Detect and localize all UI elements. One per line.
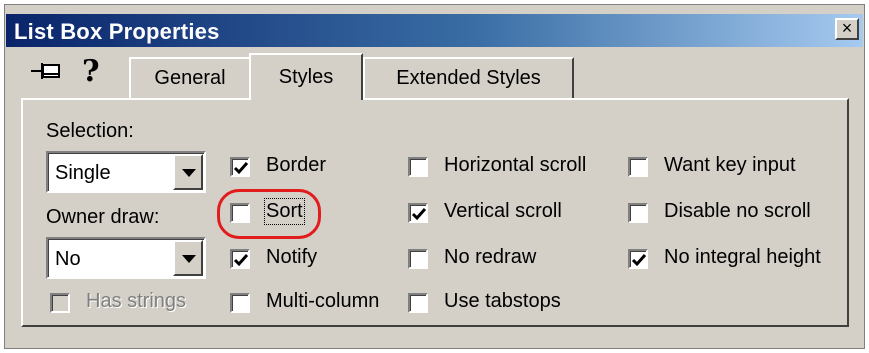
border-checkbox[interactable] xyxy=(230,157,250,177)
no-redraw-checkbox[interactable] xyxy=(408,249,428,269)
want-key-input-label[interactable]: Want key input xyxy=(664,154,796,177)
horizontal-scroll-checkbox[interactable] xyxy=(408,157,428,177)
window-title: List Box Properties xyxy=(14,19,220,44)
horizontal-scroll-label[interactable]: Horizontal scroll xyxy=(444,154,586,177)
chevron-down-icon xyxy=(182,255,196,263)
tab-styles[interactable]: Styles xyxy=(249,53,363,100)
close-icon: × xyxy=(841,18,853,38)
has-strings-label: Has strings xyxy=(86,290,187,312)
multi-column-checkbox[interactable] xyxy=(230,293,250,313)
vertical-scroll-checkbox[interactable] xyxy=(408,203,428,223)
checkmark-icon xyxy=(411,208,427,221)
tab-general[interactable]: General xyxy=(129,57,251,98)
pin-icon[interactable] xyxy=(30,60,64,89)
checkmark-icon xyxy=(233,162,249,175)
disable-no-scroll-label[interactable]: Disable no scroll xyxy=(664,200,811,223)
selection-combo[interactable]: Single xyxy=(46,151,206,193)
vertical-scroll-label[interactable]: Vertical scroll xyxy=(444,200,562,223)
selection-dropdown-button[interactable] xyxy=(173,154,203,190)
no-integral-height-label[interactable]: No integral height xyxy=(664,246,821,269)
checkmark-icon xyxy=(631,254,647,267)
help-glyph: ? xyxy=(82,54,100,89)
has-strings-checkbox xyxy=(50,293,70,313)
chevron-down-icon xyxy=(182,169,196,177)
help-icon[interactable]: ? xyxy=(82,54,100,89)
owner-draw-combo[interactable]: No xyxy=(46,237,206,279)
multi-column-label[interactable]: Multi-column xyxy=(266,290,379,313)
sort-highlight-annotation xyxy=(217,189,321,239)
use-tabstops-label[interactable]: Use tabstops xyxy=(444,290,561,313)
title-bar[interactable]: List Box Properties × xyxy=(6,14,863,47)
no-integral-height-checkbox[interactable] xyxy=(628,249,648,269)
tab-general-label: General xyxy=(154,67,226,89)
owner-draw-label: Owner draw: xyxy=(46,206,160,228)
selection-label: Selection: xyxy=(46,120,134,142)
use-tabstops-checkbox[interactable] xyxy=(408,293,428,313)
selection-value: Single xyxy=(55,162,111,184)
want-key-input-checkbox[interactable] xyxy=(628,157,648,177)
notify-checkbox[interactable] xyxy=(230,249,250,269)
disable-no-scroll-checkbox[interactable] xyxy=(628,203,648,223)
owner-draw-value: No xyxy=(55,248,81,270)
tab-extended-styles-label: Extended Styles xyxy=(396,67,541,89)
owner-draw-dropdown-button[interactable] xyxy=(173,240,203,276)
checkmark-icon xyxy=(233,254,249,267)
no-redraw-label[interactable]: No redraw xyxy=(444,246,536,269)
notify-label[interactable]: Notify xyxy=(266,246,317,269)
tab-styles-label: Styles xyxy=(278,66,334,88)
tab-extended-styles[interactable]: Extended Styles xyxy=(363,57,574,98)
border-label[interactable]: Border xyxy=(266,154,326,177)
close-button[interactable]: × xyxy=(835,18,859,40)
